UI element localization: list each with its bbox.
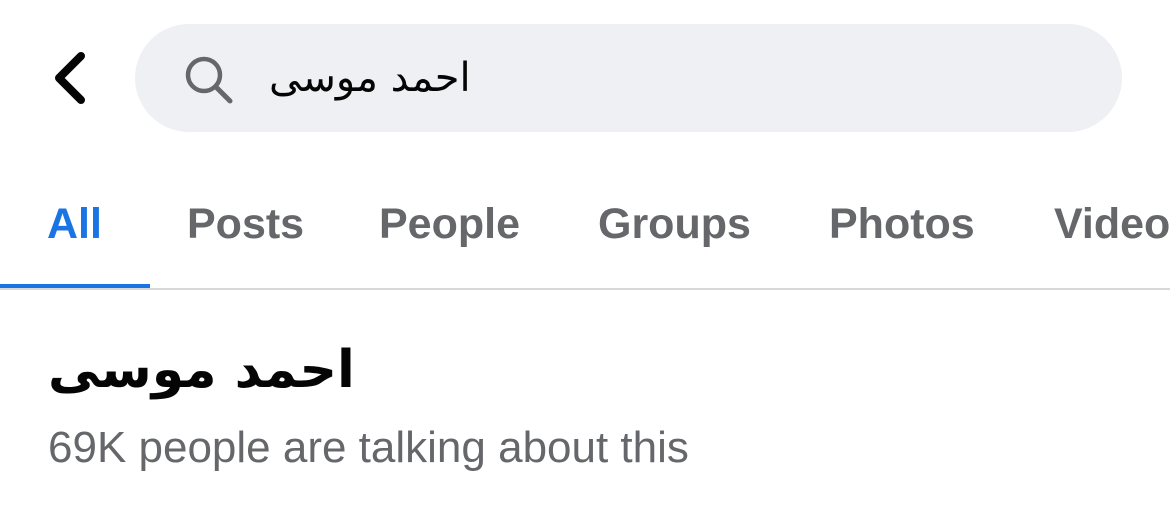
- search-bar[interactable]: [135, 24, 1122, 132]
- search-filter-tabs: All Posts People Groups Photos Videos: [0, 170, 1170, 290]
- tab-photos[interactable]: Photos: [829, 200, 975, 249]
- tab-all[interactable]: All: [47, 200, 102, 249]
- tab-groups[interactable]: Groups: [598, 200, 751, 249]
- back-button[interactable]: [40, 44, 100, 112]
- chevron-left-icon: [55, 52, 85, 104]
- search-icon: [185, 56, 233, 104]
- search-results-screen: All Posts People Groups Photos Videos اح…: [0, 0, 1170, 528]
- tab-posts[interactable]: Posts: [187, 200, 304, 249]
- result-subtitle: 69K people are talking about this: [48, 423, 689, 472]
- result-title[interactable]: احمد موسی: [48, 330, 1148, 410]
- search-input[interactable]: [269, 48, 1089, 108]
- tab-videos[interactable]: Videos: [1054, 200, 1170, 249]
- search-result-item[interactable]: احمد موسی 69K people are talking about t…: [48, 330, 1148, 476]
- active-tab-indicator: [0, 284, 150, 288]
- tab-people[interactable]: People: [379, 200, 520, 249]
